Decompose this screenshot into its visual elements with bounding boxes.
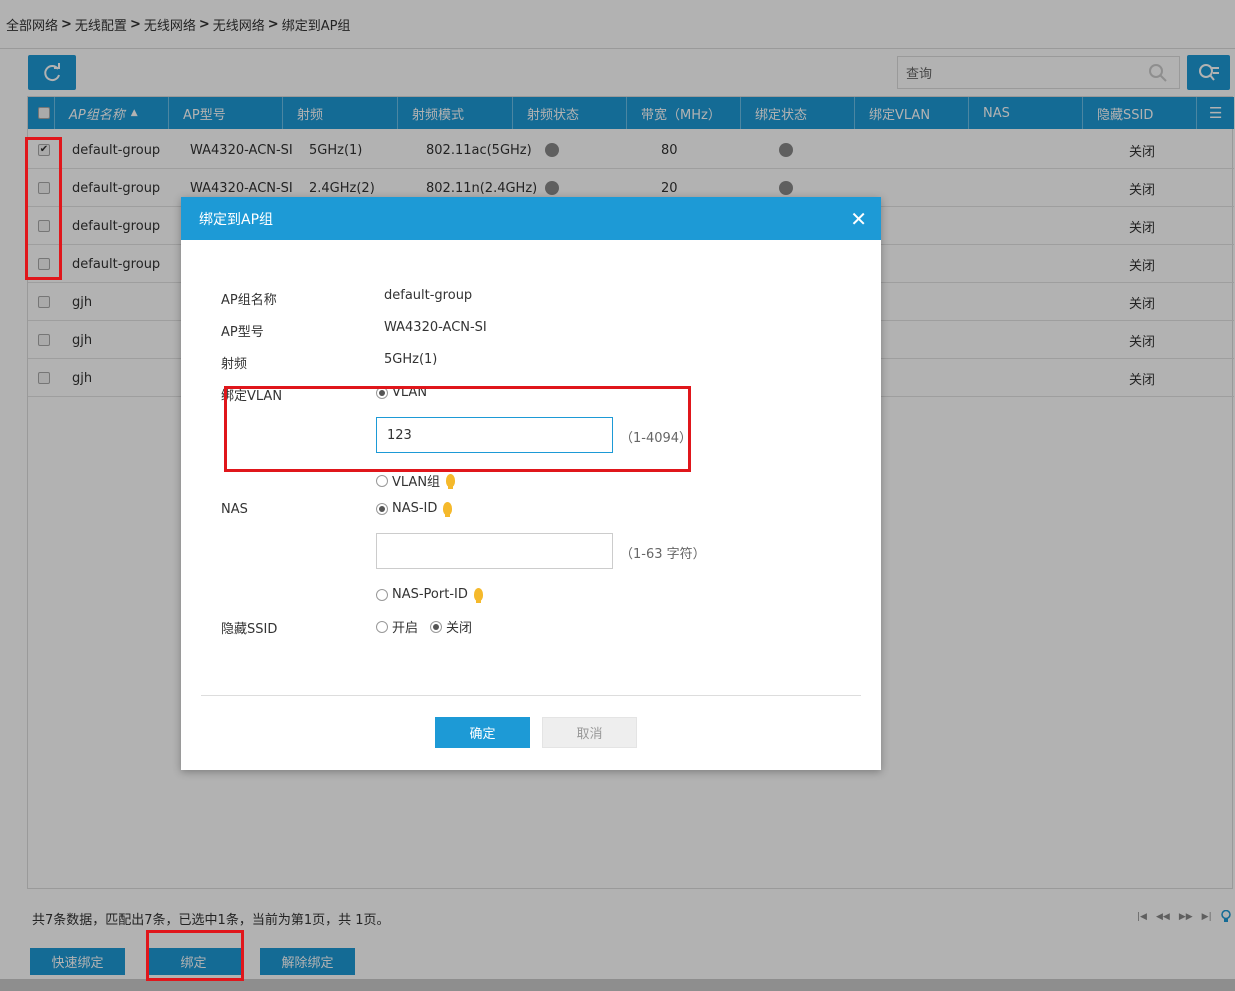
ok-button[interactable]: 确定 [435, 717, 530, 748]
bind-to-ap-group-dialog: 绑定到AP组 ✕ AP组名称 default-group AP型号 WA4320… [181, 197, 881, 770]
radio-value: 5GHz(1) [384, 352, 438, 367]
dialog-divider [201, 695, 861, 696]
tip-bulb-icon[interactable] [473, 588, 483, 603]
tip-bulb-icon[interactable] [446, 474, 456, 489]
model-label: AP型号 [221, 325, 264, 340]
model-value: WA4320-ACN-SI [384, 320, 487, 335]
hidden-ssid-off-label: 关闭 [446, 621, 473, 636]
nas-id-input[interactable] [376, 533, 613, 569]
group-label: AP组名称 [221, 293, 277, 308]
nas-label: NAS [221, 502, 248, 517]
dialog-header: 绑定到AP组 ✕ [181, 197, 881, 240]
highlight-box-checkboxes [25, 137, 62, 280]
hidden-ssid-on-label: 开启 [392, 621, 419, 636]
hidden-ssid-options: 开启 关闭 [376, 617, 472, 636]
vlan-group-radio-option[interactable]: VLAN组 [376, 471, 456, 490]
dialog-title: 绑定到AP组 [199, 211, 274, 228]
vlan-group-radio[interactable] [376, 474, 388, 487]
hidden-ssid-label: 隐藏SSID [221, 622, 278, 637]
tip-bulb-icon[interactable] [443, 502, 453, 517]
nas-id-radio[interactable] [376, 502, 388, 515]
close-icon[interactable]: ✕ [850, 207, 867, 231]
highlight-box-bind-button [146, 930, 244, 981]
radio-label: 射频 [221, 357, 248, 372]
nas-port-id-radio-option[interactable]: NAS-Port-ID [376, 587, 483, 603]
nas-id-radio-option[interactable]: NAS-ID [376, 501, 453, 517]
hidden-ssid-on-radio[interactable] [376, 620, 388, 633]
group-value: default-group [384, 288, 473, 303]
highlight-box-vlan [224, 386, 691, 472]
nas-hint: （1-63 字符） [620, 547, 706, 562]
nas-port-id-radio[interactable] [376, 588, 388, 601]
cancel-button[interactable]: 取消 [542, 717, 637, 748]
hidden-ssid-off-radio[interactable] [430, 620, 443, 633]
